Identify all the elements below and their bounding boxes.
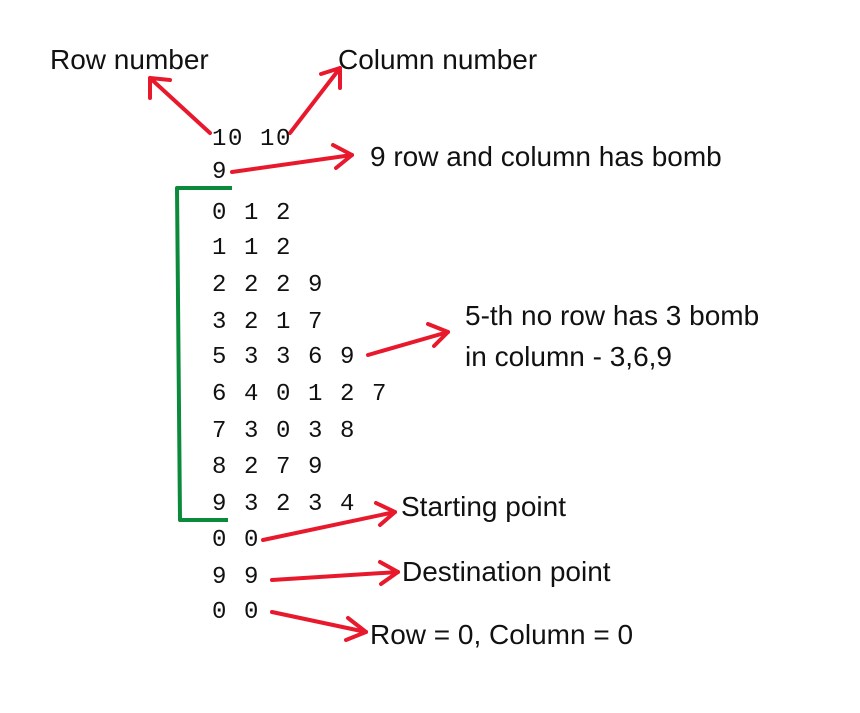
input-start: 0 0 xyxy=(212,527,261,554)
label-row-number: Row number xyxy=(50,44,209,75)
input-dimensions: 10 10 xyxy=(212,126,293,153)
label-column-number: Column number xyxy=(338,44,538,75)
arrow-row-column xyxy=(270,610,368,642)
label-row-column: Row = 0, Column = 0 xyxy=(370,619,634,650)
input-row: 0 1 2 xyxy=(212,200,293,227)
input-row: 7 3 0 3 8 xyxy=(212,418,357,445)
input-row: 3 2 1 7 xyxy=(212,309,325,336)
input-bomb-rows: 9 xyxy=(212,159,229,186)
input-last: 0 0 xyxy=(212,599,261,626)
label-bomb-count: 9 row and column has bomb xyxy=(370,141,722,172)
arrow-row5 xyxy=(366,322,450,357)
input-row: 9 3 2 3 4 xyxy=(212,491,357,518)
label-starting-point: Starting point xyxy=(401,491,566,522)
arrow-column-number xyxy=(288,66,342,135)
input-row: 8 2 7 9 xyxy=(212,454,325,481)
label-destination-point: Destination point xyxy=(402,556,611,587)
input-row: 5 3 3 6 9 xyxy=(212,344,357,371)
label-row5-line2: in column - 3,6,9 xyxy=(465,341,672,372)
arrow-destination-point xyxy=(270,560,400,586)
input-destination: 9 9 xyxy=(212,564,261,591)
input-row: 6 4 0 1 2 7 xyxy=(212,381,389,408)
label-row5-line1: 5-th no row has 3 bomb xyxy=(465,300,760,331)
annotation-layer xyxy=(148,66,450,642)
input-row: 1 1 2 xyxy=(212,235,293,262)
arrow-row-number xyxy=(148,76,212,135)
input-row: 2 2 2 9 xyxy=(212,272,325,299)
